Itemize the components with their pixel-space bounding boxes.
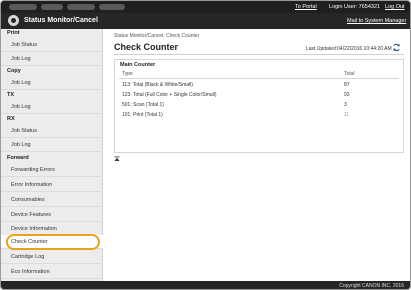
app-title: Status Monitor/Cancel [24,17,98,24]
column-header-total: Total [344,71,355,77]
sidebar-item-rx-job-status[interactable]: Job Status [1,124,103,138]
sidebar-item-copy-job-log[interactable]: Job Log [1,76,103,90]
app-footer: Copyright CANON INC. 2016 [1,281,410,289]
sidebar-item-print-job-log[interactable]: Job Log [1,52,103,66]
counter-type: 101: Print (Total 1) [122,112,163,118]
login-user-label: Login User: 7654321 [329,4,381,10]
app-header: Status Monitor/Cancel Mail to System Man… [1,13,410,29]
sidebar-item-cartridge-log[interactable]: Cartridge Log [1,250,103,264]
mail-system-manager-link[interactable]: Mail to System Manager [347,18,406,24]
column-header-type: Type [122,71,133,77]
refresh-icon[interactable] [392,43,401,52]
counter-type: 501: Scan (Total 1) [122,102,164,108]
sidebar-item-tx-job-log[interactable]: Job Log [1,100,103,114]
sidebar-item-rx-job-log[interactable]: Job Log [1,138,103,152]
title-divider [114,54,404,55]
sidebar-section-print: Print [7,30,20,36]
table-row: 101: Print (Total 1) 11 [119,110,399,120]
sidebar-item-error-information[interactable]: Error Information [1,178,103,192]
counter-type: 123: Total (Full Color + Single Color/Sm… [122,92,217,98]
sidebar-item-consumables[interactable]: Consumables [1,193,103,207]
counter-total: 93 [344,92,350,98]
sidebar-section-forward: Forward [7,155,29,161]
table-row: 113: Total (Black & White/Small) 87 [119,80,399,90]
table-row: 501: Scan (Total 1) 3 [119,100,399,110]
to-portal-link[interactable]: To Portal [295,4,317,10]
counter-total: 87 [344,82,350,88]
active-item-highlight [6,234,100,250]
canon-logo-icon [8,15,19,26]
panel-title: Main Counter [120,62,156,68]
counter-type: 113: Total (Black & White/Small) [122,82,193,88]
table-header: Type Total [119,70,399,79]
breadcrumb: Status Monitor/Cancel: Check Counter [114,33,200,39]
back-to-top-icon[interactable] [114,156,120,164]
sidebar-item-forwarding-errors[interactable]: Forwarding Errors [1,163,103,177]
sidebar-section-copy: Copy [7,68,21,74]
sidebar-item-print-job-status[interactable]: Job Status [1,38,103,52]
counter-total: 3 [344,102,347,108]
sidebar-section-tx: TX [7,92,15,98]
sidebar-item-eco-information[interactable]: Eco Information [1,265,103,279]
log-out-link[interactable]: Log Out [385,4,405,10]
main-content: Status Monitor/Cancel: Check Counter Che… [104,29,410,281]
copyright-text: Copyright CANON INC. 2016 [339,283,404,289]
main-counter-panel: Main Counter Type Total 113: Total (Blac… [114,59,404,153]
app-window: To Portal Login User: 7654321 Log Out St… [0,0,411,290]
counter-total: 11 [344,112,350,118]
sidebar-section-rx: RX [7,116,15,122]
last-updated-label: Last Updated:04/22/2016 10:44:20 AM [306,46,392,52]
page-title: Check Counter [114,42,179,52]
sidebar-item-device-features[interactable]: Device Features [1,208,103,222]
table-row: 123: Total (Full Color + Single Color/Sm… [119,90,399,100]
top-nav: To Portal Login User: 7654321 Log Out [1,3,410,13]
